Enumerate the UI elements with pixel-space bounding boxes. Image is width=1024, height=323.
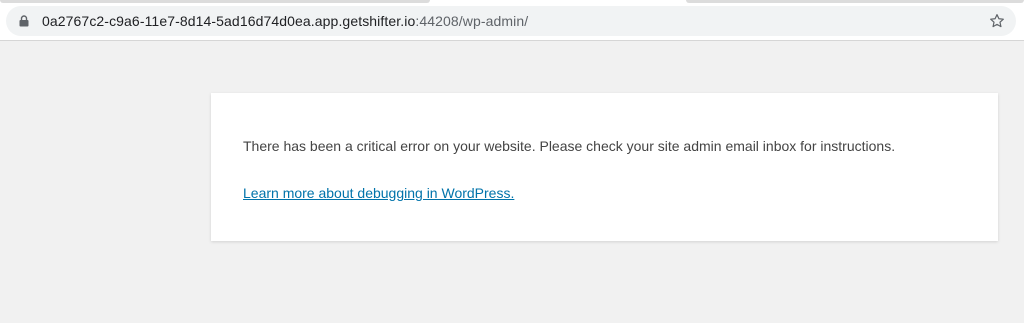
url-path: :44208/wp-admin/ [415, 13, 529, 29]
lock-icon[interactable] [18, 14, 30, 28]
url-text[interactable]: 0a2767c2-c9a6-11e7-8d14-5ad16d74d0ea.app… [42, 13, 528, 29]
address-bar[interactable]: 0a2767c2-c9a6-11e7-8d14-5ad16d74d0ea.app… [6, 6, 1016, 36]
tab-strip-right[interactable] [686, 0, 1024, 3]
debugging-link[interactable]: Learn more about debugging in WordPress. [243, 184, 514, 202]
star-icon[interactable] [988, 12, 1006, 30]
browser-toolbar: 0a2767c2-c9a6-11e7-8d14-5ad16d74d0ea.app… [0, 0, 1024, 41]
error-card: There has been a critical error on your … [211, 93, 998, 241]
error-message: There has been a critical error on your … [243, 138, 896, 154]
url-host: 0a2767c2-c9a6-11e7-8d14-5ad16d74d0ea.app… [42, 13, 416, 29]
tab-strip-left[interactable] [0, 0, 430, 3]
